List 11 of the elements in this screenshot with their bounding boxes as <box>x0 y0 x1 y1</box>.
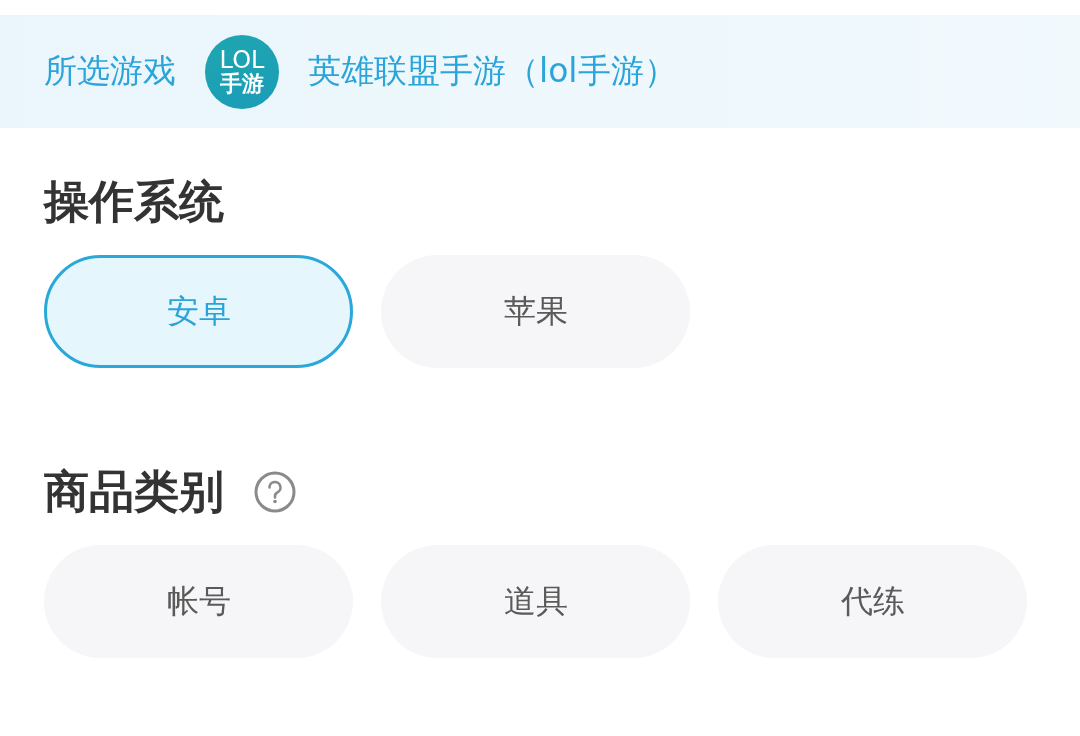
logo-text: LOL <box>219 48 265 72</box>
section-title: 商品类别 <box>44 465 224 518</box>
option-button[interactable]: 帐号 <box>44 545 353 658</box>
option-button[interactable]: 代练 <box>718 545 1027 658</box>
selected-game-label: 所选游戏 <box>44 50 176 92</box>
option-button[interactable]: 道具 <box>381 545 690 658</box>
section-title: 操作系统 <box>44 175 224 228</box>
game-name: 英雄联盟手游（lol手游） <box>308 50 677 92</box>
option-button[interactable]: 苹果 <box>381 255 690 368</box>
help-icon[interactable] <box>254 470 296 513</box>
logo-text: 手游 <box>220 73 264 95</box>
